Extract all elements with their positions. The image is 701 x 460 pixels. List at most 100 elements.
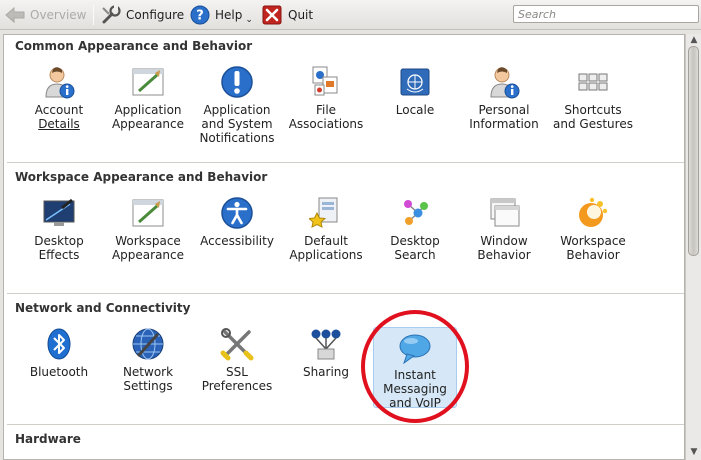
scroll-up-icon[interactable]: ▲ [689, 35, 699, 45]
category-divider [7, 162, 684, 163]
item-window-behavior[interactable]: Window Behavior [462, 196, 546, 262]
window-icon [490, 198, 520, 227]
wrench-icon [102, 5, 121, 24]
help-icon: ? [190, 5, 210, 25]
item-label: Bluetooth [29, 365, 89, 379]
item-personal-information[interactable]: Personal Information [462, 65, 546, 131]
item-label: Account [34, 103, 84, 117]
user-info-icon [45, 67, 75, 99]
item-application-system-notifications[interactable]: Application and System Notifications [195, 65, 279, 145]
category-title: Hardware [15, 432, 81, 446]
vertical-scrollbar[interactable]: ▲ ▼ [685, 34, 701, 460]
toolbar-separator [93, 5, 94, 25]
item-workspace-behavior[interactable]: Workspace Behavior [551, 196, 635, 262]
item-bluetooth[interactable]: Bluetooth [17, 327, 101, 379]
configure-button[interactable]: Configure [100, 4, 184, 26]
quit-button[interactable]: Quit [262, 4, 313, 26]
item-network-settings[interactable]: Network Settings [106, 327, 190, 393]
item-label: SSL [226, 365, 248, 379]
item-application-appearance[interactable]: Application Appearance [106, 65, 190, 131]
item-label: and Gestures [553, 117, 633, 131]
scrollbar-thumb[interactable] [688, 46, 699, 256]
item-locale[interactable]: Locale [373, 65, 457, 117]
keyboard-icon [578, 73, 608, 91]
workspace-behavior-icon [579, 197, 608, 227]
item-workspace-appearance[interactable]: Workspace Appearance [106, 196, 190, 262]
item-desktop-effects[interactable]: Desktop Effects [17, 196, 101, 262]
item-label: Desktop [390, 234, 440, 248]
item-label: Search [394, 248, 436, 262]
toolbar: Overview Configure ? Help ⌄ Quit [0, 0, 701, 30]
item-label: Workspace [560, 234, 626, 248]
appearance-icon [132, 199, 164, 227]
settings-panel: Common Appearance and Behavior Account D… [3, 34, 685, 460]
item-label: Personal [478, 103, 530, 117]
desktop-effects-icon [43, 198, 75, 226]
item-label: Sharing [302, 365, 350, 379]
default-apps-icon [309, 197, 338, 228]
exclamation-icon [221, 66, 253, 98]
item-accessibility[interactable]: Accessibility [195, 196, 279, 248]
category-workspace-appearance: Workspace Appearance and Behavior Deskto… [7, 166, 684, 294]
item-label: Desktop [34, 234, 84, 248]
item-label: Workspace [115, 234, 181, 248]
item-label: Behavior [566, 248, 620, 262]
bluetooth-icon [47, 328, 71, 360]
item-label: Applications [289, 248, 363, 262]
item-label: Appearance [111, 248, 185, 262]
close-icon [262, 5, 282, 25]
accessibility-icon [221, 197, 253, 229]
item-label: Default [304, 234, 348, 248]
item-label: Settings [123, 379, 173, 393]
configure-label: Configure [126, 8, 185, 22]
item-label: Behavior [477, 248, 531, 262]
category-hardware: Hardware [7, 428, 684, 459]
user-info-icon [490, 67, 520, 99]
help-label: Help [215, 8, 243, 22]
item-default-applications[interactable]: Default Applications [284, 196, 368, 262]
flag-icon [400, 68, 430, 96]
item-label: Details [38, 117, 80, 131]
quit-label: Quit [288, 8, 314, 22]
item-ssl-preferences[interactable]: SSL Preferences [195, 327, 279, 393]
file-associations-icon [312, 66, 338, 96]
item-file-associations[interactable]: File Associations [284, 65, 368, 131]
category-divider [7, 424, 684, 425]
item-label: Preferences [201, 379, 273, 393]
overview-button[interactable]: Overview [4, 4, 87, 26]
scroll-down-icon[interactable]: ▼ [689, 447, 699, 457]
item-label: Application [203, 103, 271, 117]
appearance-icon [132, 68, 164, 96]
item-label: Shortcuts [564, 103, 622, 117]
item-sharing[interactable]: Sharing [284, 327, 368, 379]
desktop-search-icon [404, 200, 428, 225]
item-label: Window [480, 234, 528, 248]
help-button[interactable]: ? Help ⌄ [190, 4, 253, 26]
item-account-details[interactable]: Account Details [17, 65, 101, 131]
category-title: Network and Connectivity [15, 301, 191, 315]
category-title: Common Appearance and Behavior [15, 39, 253, 53]
item-label: Application [114, 103, 182, 117]
item-desktop-search[interactable]: Desktop Search [373, 196, 457, 262]
category-network-connectivity: Network and Connectivity Bluetooth Netwo… [7, 297, 684, 425]
overview-label: Overview [30, 8, 87, 22]
item-label: Information [469, 117, 539, 131]
item-label: Appearance [111, 117, 185, 131]
item-label: Locale [395, 103, 435, 117]
sharing-icon [311, 329, 341, 360]
category-common-appearance: Common Appearance and Behavior Account D… [7, 35, 684, 163]
svg-text:?: ? [196, 9, 204, 24]
search-input[interactable] [513, 5, 699, 23]
back-arrow-icon [5, 6, 25, 24]
highlight-circle [361, 310, 469, 423]
item-label: and System [201, 117, 273, 131]
item-label: Notifications [199, 131, 275, 145]
tools-icon [220, 328, 254, 361]
item-shortcuts-gestures[interactable]: Shortcuts and Gestures [551, 65, 635, 131]
category-title: Workspace Appearance and Behavior [15, 170, 268, 184]
chevron-down-icon: ⌄ [245, 14, 253, 25]
item-label: Associations [288, 117, 364, 131]
item-label: Effects [38, 248, 80, 262]
item-label: Accessibility [200, 234, 274, 248]
item-label: File [315, 103, 337, 117]
